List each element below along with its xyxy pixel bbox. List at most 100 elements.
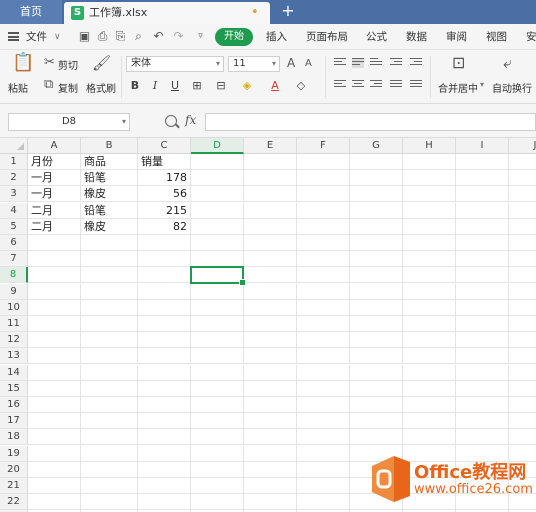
cell-g8[interactable] bbox=[350, 267, 403, 284]
cell-i18[interactable] bbox=[456, 429, 509, 446]
cell-j16[interactable] bbox=[509, 397, 536, 413]
column-header-j[interactable]: J bbox=[509, 138, 536, 154]
cell-j11[interactable] bbox=[509, 316, 536, 332]
tab-page-layout[interactable]: 页面布局 bbox=[306, 24, 348, 50]
cell-a6[interactable] bbox=[28, 235, 81, 251]
row-header-5[interactable]: 5 bbox=[0, 218, 28, 235]
cell-h15[interactable] bbox=[403, 380, 456, 397]
merge-center-button[interactable]: 合并居中 bbox=[438, 80, 478, 95]
cell-h7[interactable] bbox=[403, 251, 456, 268]
italic-button[interactable]: I bbox=[148, 79, 162, 93]
indent-increase-icon[interactable] bbox=[410, 58, 422, 68]
cell-d1[interactable] bbox=[191, 154, 244, 170]
row-header-1[interactable]: 1 bbox=[0, 154, 28, 170]
cell-c1[interactable]: 销量 bbox=[138, 154, 191, 170]
cell-i9[interactable] bbox=[456, 283, 509, 300]
format-painter-button[interactable]: 格式刷 bbox=[86, 80, 116, 95]
cell-e8[interactable] bbox=[244, 267, 297, 284]
cell-i2[interactable] bbox=[456, 170, 509, 187]
cell-e10[interactable] bbox=[244, 299, 297, 316]
tab-workbook[interactable]: S 工作簿.xlsx • bbox=[64, 2, 270, 24]
cell-i5[interactable] bbox=[456, 218, 509, 235]
cell-j18[interactable] bbox=[509, 429, 536, 446]
cell-d22[interactable] bbox=[191, 494, 244, 511]
cell-c6[interactable] bbox=[138, 235, 191, 251]
new-tab-button[interactable]: + bbox=[278, 0, 298, 24]
tab-insert[interactable]: 插入 bbox=[266, 24, 287, 50]
cell-i4[interactable] bbox=[456, 202, 509, 219]
merge-center-icon[interactable]: ⊡ bbox=[452, 55, 465, 71]
decrease-font-icon[interactable]: A bbox=[305, 57, 312, 71]
cell-b20[interactable] bbox=[81, 461, 138, 478]
cell-f19[interactable] bbox=[297, 445, 350, 462]
row-header-4[interactable]: 4 bbox=[0, 202, 28, 219]
cell-h2[interactable] bbox=[403, 170, 456, 187]
row-header-17[interactable]: 17 bbox=[0, 413, 28, 430]
cell-b5[interactable]: 橡皮 bbox=[81, 218, 138, 235]
cell-c9[interactable] bbox=[138, 283, 191, 300]
cell-c7[interactable] bbox=[138, 251, 191, 268]
tab-data[interactable]: 数据 bbox=[406, 24, 427, 50]
cell-a22[interactable] bbox=[28, 494, 81, 511]
cell-d21[interactable] bbox=[191, 478, 244, 494]
cell-f10[interactable] bbox=[297, 299, 350, 316]
redo-icon[interactable]: ↷ bbox=[172, 30, 185, 43]
cell-f20[interactable] bbox=[297, 461, 350, 478]
cell-g12[interactable] bbox=[350, 332, 403, 349]
cell-c21[interactable] bbox=[138, 478, 191, 494]
cell-f5[interactable] bbox=[297, 218, 350, 235]
justify-icon[interactable] bbox=[390, 80, 402, 90]
row-header-13[interactable]: 13 bbox=[0, 348, 28, 365]
cell-f9[interactable] bbox=[297, 283, 350, 300]
row-header-7[interactable]: 7 bbox=[0, 251, 28, 268]
tab-view[interactable]: 视图 bbox=[486, 24, 507, 50]
wrap-text-button[interactable]: 自动换行 bbox=[492, 80, 532, 95]
cell-j9[interactable] bbox=[509, 284, 536, 300]
menu-file-caret-icon[interactable]: ∨ bbox=[54, 24, 61, 50]
cell-h3[interactable] bbox=[403, 186, 456, 203]
cell-c2[interactable]: 178 bbox=[138, 170, 191, 187]
tab-formulas[interactable]: 公式 bbox=[366, 24, 387, 50]
cell-j5[interactable] bbox=[509, 219, 536, 235]
paste-icon[interactable]: 📋 bbox=[12, 54, 34, 72]
cell-d17[interactable] bbox=[191, 413, 244, 430]
cell-g14[interactable] bbox=[350, 364, 403, 381]
quick-access-dropdown-icon[interactable]: ▿ bbox=[194, 30, 207, 43]
cell-h10[interactable] bbox=[403, 299, 456, 316]
cell-d9[interactable] bbox=[191, 283, 244, 300]
cell-d18[interactable] bbox=[191, 429, 244, 446]
cell-i15[interactable] bbox=[456, 380, 509, 397]
cell-e7[interactable] bbox=[244, 251, 297, 268]
cell-a8[interactable] bbox=[28, 267, 81, 284]
cell-f21[interactable] bbox=[297, 478, 350, 494]
cell-j2[interactable] bbox=[509, 170, 536, 187]
bold-button[interactable]: B bbox=[128, 79, 142, 93]
cell-a5[interactable]: 二月 bbox=[28, 218, 81, 235]
cell-e15[interactable] bbox=[244, 380, 297, 397]
cell-f16[interactable] bbox=[297, 397, 350, 413]
print-icon[interactable]: ⎘ bbox=[114, 30, 127, 43]
font-name-select[interactable]: 宋体 ▾ bbox=[126, 56, 224, 72]
paste-button[interactable]: 粘贴 bbox=[8, 80, 28, 95]
cell-f8[interactable] bbox=[297, 267, 350, 284]
cell-g13[interactable] bbox=[350, 348, 403, 365]
cell-i10[interactable] bbox=[456, 299, 509, 316]
cell-h9[interactable] bbox=[403, 283, 456, 300]
cell-c8[interactable] bbox=[138, 267, 191, 284]
cell-a10[interactable] bbox=[28, 299, 81, 316]
menu-file[interactable]: 文件 bbox=[26, 24, 47, 50]
cell-g2[interactable] bbox=[350, 170, 403, 187]
cell-d19[interactable] bbox=[191, 445, 244, 462]
row-header-8[interactable]: 8 bbox=[0, 267, 28, 284]
tab-review[interactable]: 审阅 bbox=[446, 24, 467, 50]
cell-c15[interactable] bbox=[138, 380, 191, 397]
cell-b2[interactable]: 铅笔 bbox=[81, 170, 138, 187]
row-header-9[interactable]: 9 bbox=[0, 283, 28, 300]
cell-d13[interactable] bbox=[191, 348, 244, 365]
cell-a11[interactable] bbox=[28, 316, 81, 332]
cut-button[interactable]: 剪切 bbox=[58, 57, 78, 72]
name-box[interactable]: D8 ▾ bbox=[8, 113, 130, 131]
increase-font-icon[interactable]: A bbox=[287, 56, 295, 70]
cell-j7[interactable] bbox=[509, 251, 536, 268]
tab-security[interactable]: 安 bbox=[526, 24, 536, 50]
